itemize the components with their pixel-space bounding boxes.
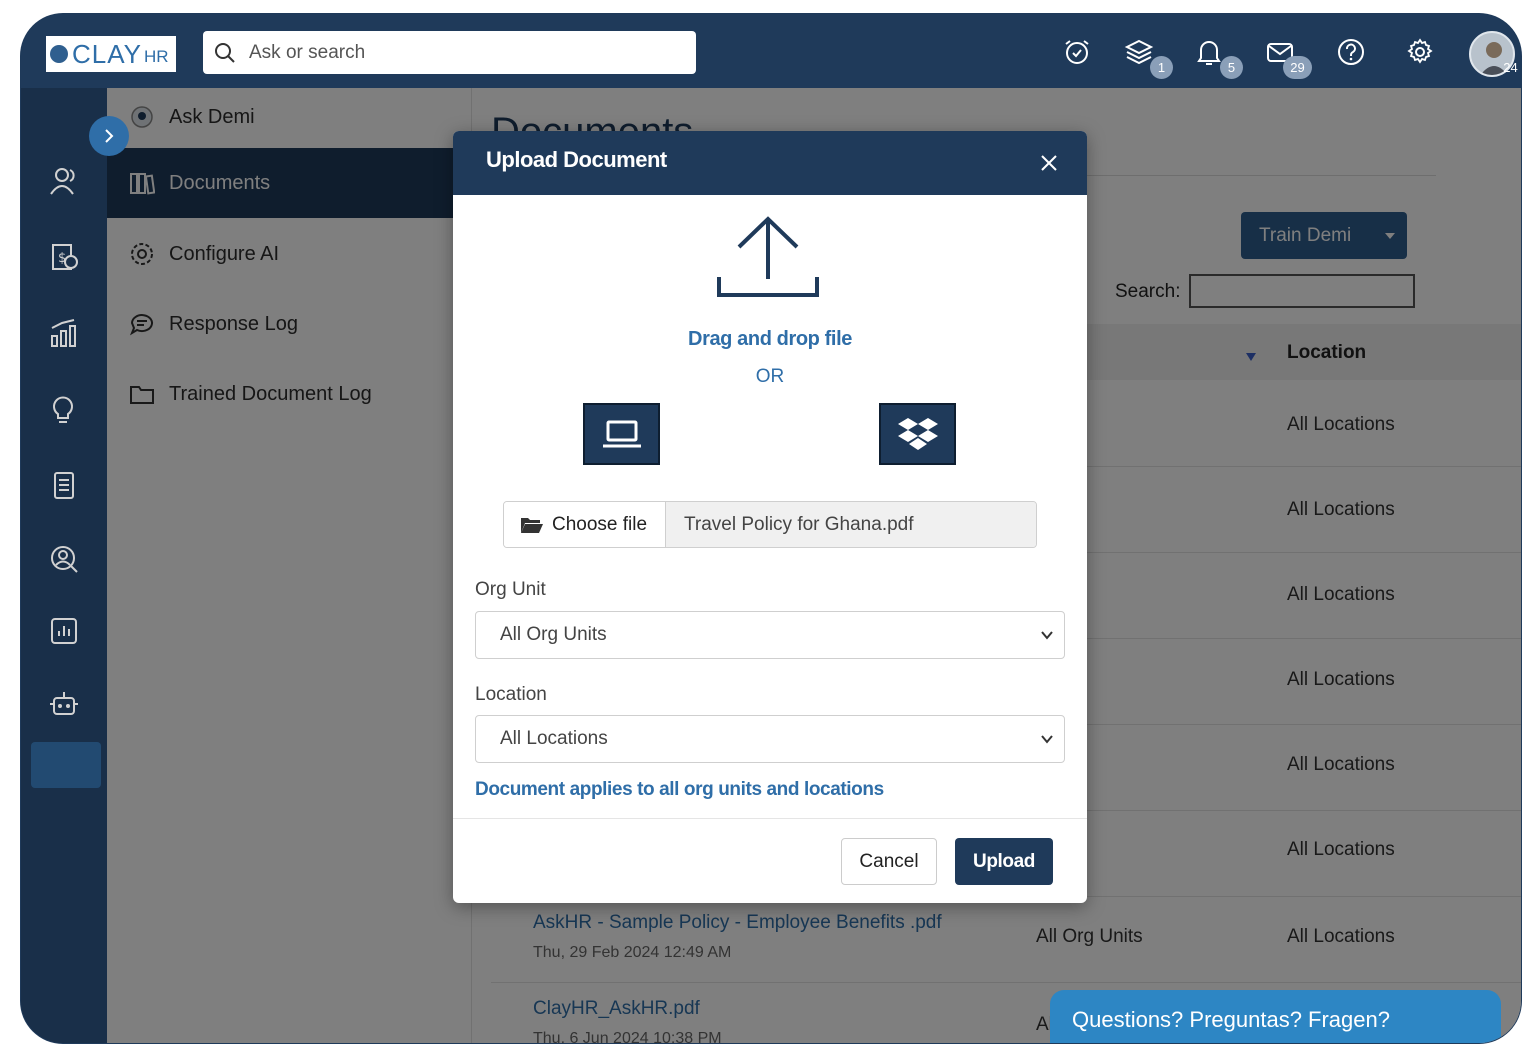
top-bar: CLAY HR 1 5	[21, 14, 1521, 88]
close-icon[interactable]	[1035, 149, 1063, 177]
logo-subtext: HR	[144, 47, 169, 66]
clayhr-logo[interactable]: CLAY HR	[46, 36, 176, 72]
notification-badge: 5	[1220, 56, 1243, 79]
drag-drop-zone[interactable]: Drag and drop file	[453, 328, 1087, 351]
avatar-badge: 24	[1503, 60, 1518, 75]
mail-badge: 29	[1283, 56, 1312, 79]
search-icon	[215, 42, 235, 63]
chevron-down-icon	[1041, 735, 1053, 744]
upload-document-modal: Upload Document Drag and drop file OR Ch…	[453, 131, 1087, 903]
location-select[interactable]: All Locations	[475, 715, 1065, 763]
collapse-toggle-button[interactable]	[89, 116, 129, 156]
chevron-right-icon	[105, 129, 114, 143]
help-icon[interactable]	[1335, 36, 1367, 68]
laptop-icon	[602, 420, 641, 448]
folder-open-icon	[521, 517, 543, 533]
scope-info-text: Document applies to all org units and lo…	[475, 779, 884, 800]
alarm-clock-icon[interactable]	[1061, 36, 1093, 68]
org-unit-select[interactable]: All Org Units	[475, 611, 1065, 659]
search-input[interactable]	[247, 40, 681, 65]
choose-file-label: Choose file	[552, 513, 648, 535]
app-window: CLAY HR 1 5	[21, 14, 1521, 1043]
chevron-down-icon	[1041, 631, 1053, 640]
upload-arrow-icon	[717, 216, 819, 297]
org-unit-label: Org Unit	[475, 579, 546, 600]
rail-dim-overlay	[21, 88, 107, 1043]
location-label: Location	[475, 684, 547, 705]
layers-badge: 1	[1150, 56, 1173, 79]
dropbox-icon	[897, 418, 938, 450]
upload-from-computer-button[interactable]	[583, 403, 660, 465]
logo-text: CLAY	[72, 38, 142, 69]
modal-title: Upload Document	[486, 147, 667, 172]
or-separator: OR	[755, 366, 785, 387]
modal-footer-divider	[453, 818, 1087, 819]
org-unit-value: All Org Units	[500, 624, 607, 645]
modal-header: Upload Document	[453, 131, 1087, 195]
chat-widget-button[interactable]: Questions? Preguntas? Fragen?	[1050, 990, 1501, 1043]
choose-file-button[interactable]: Choose file	[504, 502, 666, 547]
settings-gear-icon[interactable]	[1404, 36, 1436, 68]
logo-mark-icon	[50, 45, 68, 63]
file-picker: Choose file Travel Policy for Ghana.pdf	[503, 501, 1037, 548]
location-value: All Locations	[500, 728, 608, 749]
selected-file-name: Travel Policy for Ghana.pdf	[666, 502, 1036, 547]
cancel-button[interactable]: Cancel	[841, 838, 937, 885]
upload-button[interactable]: Upload	[955, 838, 1053, 885]
upload-from-dropbox-button[interactable]	[879, 403, 956, 465]
global-search[interactable]	[203, 31, 696, 74]
